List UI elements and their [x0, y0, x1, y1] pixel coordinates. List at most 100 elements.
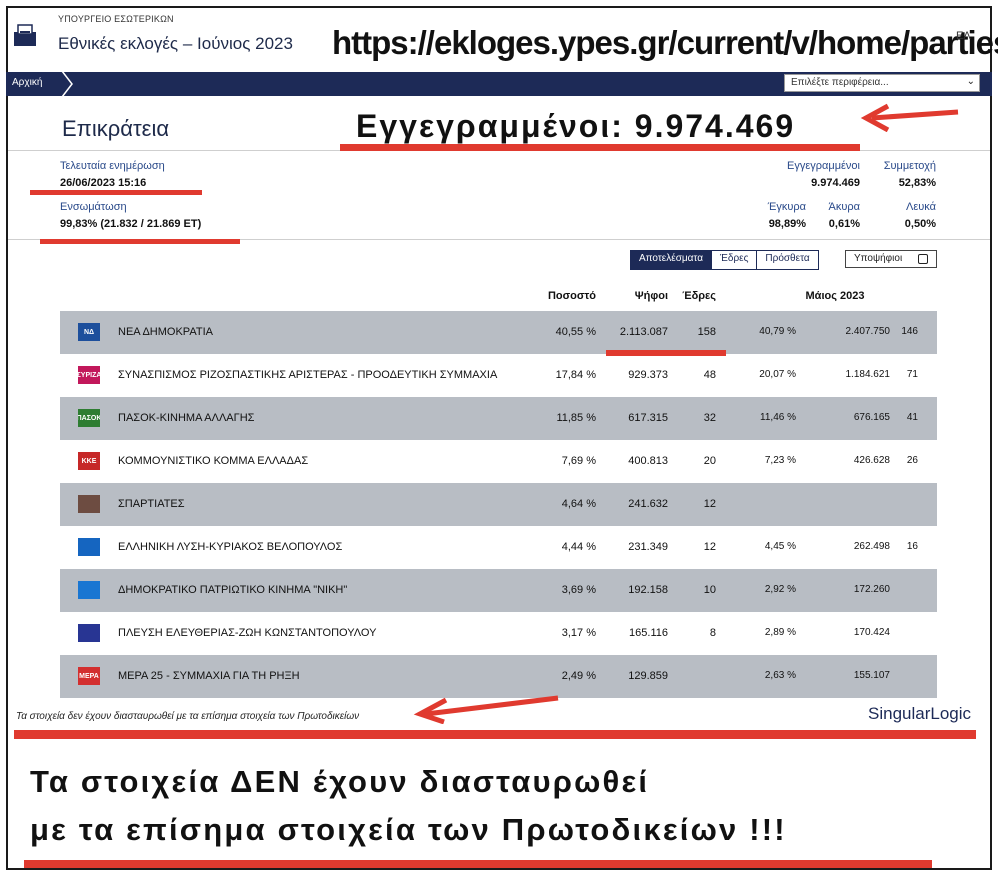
arrow-left-icon — [413, 695, 559, 724]
may-votes: 262.498 — [853, 541, 890, 552]
party-name[interactable]: ΕΛΛΗΝΙΚΗ ΛΥΣΗ-ΚΥΡΙΑΚΟΣ ΒΕΛΟΠΟΥΛΟΣ — [118, 541, 342, 553]
may-percent: 40,79 % — [759, 326, 796, 337]
registered-value: 9.974.469 — [811, 177, 860, 189]
registered-overlay-text: Εγγεγραμμένοι: 9.974.469 — [356, 108, 796, 144]
party-logo-text: ΜΕΡΑ — [79, 672, 99, 680]
table-row[interactable]: ΝΔ ΝΕΑ ΔΗΜΟΚΡΑΤΙΑ 40,55 % 2.113.087 158 40,79… — [60, 311, 937, 354]
integration-label: Ενσωμάτωση — [60, 201, 127, 213]
party-percent: 2,49 % — [561, 670, 596, 682]
annotation-underline — [24, 860, 932, 868]
may-votes: 170.424 — [853, 627, 890, 638]
may-votes: 155.107 — [853, 670, 890, 681]
party-seats: 20 — [703, 455, 716, 467]
party-percent: 3,17 % — [561, 627, 596, 639]
party-logo-icon: ΜΕΡΑ — [78, 667, 100, 685]
table-row[interactable]: ΣΥΡΙΖΑ ΣΥΝΑΣΠΙΣΜΟΣ ΡΙΖΟΣΠΑΣΤΙΚΗΣ ΑΡΙΣΤΕΡΑ… — [60, 354, 937, 397]
party-logo-icon: ΝΔ — [78, 323, 100, 341]
party-votes: 192.158 — [628, 584, 668, 596]
tab-results[interactable]: Αποτελέσματα — [631, 251, 712, 269]
table-row[interactable]: ΣΠΑΡΤΙΑΤΕΣ 4,64 % 241.632 12 — [60, 483, 937, 526]
turnout-value: 52,83% — [898, 177, 936, 189]
election-title[interactable]: Εθνικές εκλογές – Ιούνιος 2023 — [58, 34, 293, 54]
may-percent: 7,23 % — [764, 455, 796, 466]
last-update-label: Τελευταία ενημέρωση — [60, 160, 165, 172]
chevron-down-icon: ⌄ — [966, 76, 975, 87]
arrow-left-icon — [860, 103, 959, 132]
may-votes: 2.407.750 — [845, 326, 891, 337]
language-switch[interactable]: ΕΛ — [956, 30, 971, 42]
blank-label: Λευκά — [906, 201, 936, 213]
party-name[interactable]: ΣΥΝΑΣΠΙΣΜΟΣ ΡΙΖΟΣΠΑΣΤΙΚΗΣ ΑΡΙΣΤΕΡΑΣ - ΠΡ… — [118, 369, 497, 381]
annotation-underline — [606, 350, 726, 356]
ballot-box-icon — [14, 24, 36, 46]
party-percent: 17,84 % — [555, 369, 596, 381]
singularlogic-logo: SingularLogic — [868, 704, 971, 724]
table-row[interactable]: ΔΗΜΟΚΡΑΤΙΚΟ ΠΑΤΡΙΩΤΙΚΟ ΚΙΝΗΜΑ "ΝΙΚΗ" 3,69… — [60, 569, 937, 612]
party-logo-icon: ΣΥΡΙΖΑ — [78, 366, 100, 384]
party-votes: 241.632 — [628, 498, 668, 510]
party-seats: 8 — [709, 627, 716, 639]
party-name[interactable]: ΠΑΣΟΚ-ΚΙΝΗΜΑ ΑΛΛΑΓΗΣ — [118, 412, 254, 424]
column-header-may-2023: Μάιος 2023 — [805, 290, 865, 302]
party-logo-text: ΝΔ — [83, 328, 95, 336]
annotation-underline — [30, 190, 202, 195]
party-votes: 400.813 — [628, 455, 668, 467]
may-seats: 16 — [906, 541, 918, 552]
footnote: Τα στοιχεία δεν έχουν διασταυρωθεί με τα… — [16, 711, 360, 722]
party-logo-icon — [78, 624, 100, 642]
table-row[interactable]: ΕΛΛΗΝΙΚΗ ΛΥΣΗ-ΚΥΡΙΑΚΟΣ ΒΕΛΟΠΟΥΛΟΣ 4,44 % 2… — [60, 526, 937, 569]
party-name[interactable]: ΣΠΑΡΤΙΑΤΕΣ — [118, 498, 185, 510]
integration-value: 99,83% (21.832 / 21.869 ΕΤ) — [60, 218, 202, 230]
party-votes: 617.315 — [628, 412, 668, 424]
ministry-label: ΥΠΟΥΡΓΕΙΟ ΕΣΩΤΕΡΙΚΩΝ — [58, 14, 174, 24]
may-seats: 26 — [906, 455, 918, 466]
table-row[interactable]: ΠΛΕΥΣΗ ΕΛΕΥΘΕΡΙΑΣ-ΖΩΗ ΚΩΝΣΤΑΝΤΟΠΟΥΛΟΥ 3,1… — [60, 612, 937, 655]
may-percent: 2,63 % — [764, 670, 796, 681]
party-votes: 231.349 — [628, 541, 668, 553]
party-name[interactable]: ΔΗΜΟΚΡΑΤΙΚΟ ΠΑΤΡΙΩΤΙΚΟ ΚΙΝΗΜΑ "ΝΙΚΗ" — [118, 584, 347, 596]
column-header-seats: Έδρες — [682, 290, 716, 302]
may-votes: 1.184.621 — [845, 369, 891, 380]
may-percent: 11,46 % — [760, 412, 796, 423]
party-logo-text: ΠΑΣΟΚ — [78, 414, 100, 422]
annotation-underline — [340, 144, 860, 151]
party-name[interactable]: ΜΕΡΑ 25 - ΣΥΜΜΑΧΙΑ ΓΙΑ ΤΗ ΡΗΞΗ — [118, 670, 300, 682]
party-seats: 32 — [703, 412, 716, 424]
may-seats: 71 — [906, 369, 918, 380]
may-seats: 41 — [906, 412, 918, 423]
url-overlay-text: https://ekloges.ypes.gr/current/v/home/p… — [332, 24, 998, 61]
valid-label: Έγκυρα — [767, 201, 806, 213]
annotation-underline — [40, 239, 240, 244]
party-name[interactable]: ΚΟΜΜΟΥΝΙΣΤΙΚΟ ΚΟΜΜΑ ΕΛΛΑΔΑΣ — [118, 455, 308, 467]
party-name[interactable]: ΝΕΑ ΔΗΜΟΚΡΑΤΙΑ — [118, 326, 213, 338]
party-percent: 4,64 % — [561, 498, 596, 510]
party-seats: 48 — [703, 369, 716, 381]
breadcrumb-home[interactable]: Αρχική — [12, 77, 42, 88]
party-logo-text: ΣΥΡΙΖΑ — [78, 371, 100, 379]
party-logo-icon — [78, 495, 100, 513]
party-votes: 165.116 — [629, 627, 668, 639]
may-votes: 172.260 — [853, 584, 890, 595]
party-name[interactable]: ΠΛΕΥΣΗ ΕΛΕΥΘΕΡΙΑΣ-ΖΩΗ ΚΩΝΣΤΑΝΤΟΠΟΥΛΟΥ — [118, 627, 376, 639]
table-row[interactable]: ΠΑΣΟΚ ΠΑΣΟΚ-ΚΙΝΗΜΑ ΑΛΛΑΓΗΣ 11,85 % 617.315 3… — [60, 397, 937, 440]
party-logo-icon — [78, 581, 100, 599]
overlay-warning-line2: με τα επίσημα στοιχεία των Πρωτοδικείων … — [30, 812, 787, 847]
may-percent: 20,07 % — [759, 369, 796, 380]
column-header-votes: Ψήφοι — [634, 290, 668, 302]
party-logo-icon: ΚΚΕ — [78, 452, 100, 470]
checkbox-icon — [918, 254, 928, 264]
party-percent: 11,85 % — [556, 412, 596, 424]
may-percent: 4,45 % — [764, 541, 796, 552]
party-logo-text: ΚΚΕ — [81, 457, 97, 465]
column-header-percent: Ποσοστό — [547, 290, 596, 302]
party-logo-icon: ΠΑΣΟΚ — [78, 409, 100, 427]
region-select[interactable]: Επιλέξτε περιφέρεια... ⌄ — [784, 74, 980, 92]
tab-seats[interactable]: Έδρες — [711, 251, 757, 269]
valid-value: 98,89% — [768, 218, 806, 230]
results-tabs: Αποτελέσματα Έδρες Πρόσθετα — [630, 250, 819, 270]
party-seats: 12 — [703, 541, 716, 553]
table-row[interactable]: ΚΚΕ ΚΟΜΜΟΥΝΙΣΤΙΚΟ ΚΟΜΜΑ ΕΛΛΑΔΑΣ 7,69 % 400.… — [60, 440, 937, 483]
party-percent: 4,44 % — [561, 541, 596, 553]
candidates-toggle[interactable]: Υποψήφιοι — [845, 250, 937, 268]
tab-additional[interactable]: Πρόσθετα — [756, 251, 818, 269]
